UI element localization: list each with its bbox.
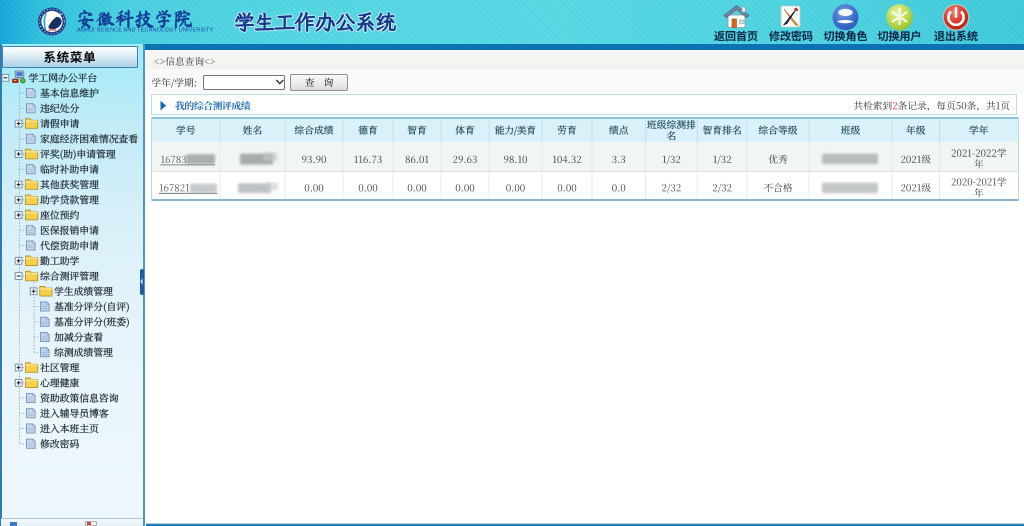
svg-text:1950: 1950 xyxy=(48,28,56,32)
